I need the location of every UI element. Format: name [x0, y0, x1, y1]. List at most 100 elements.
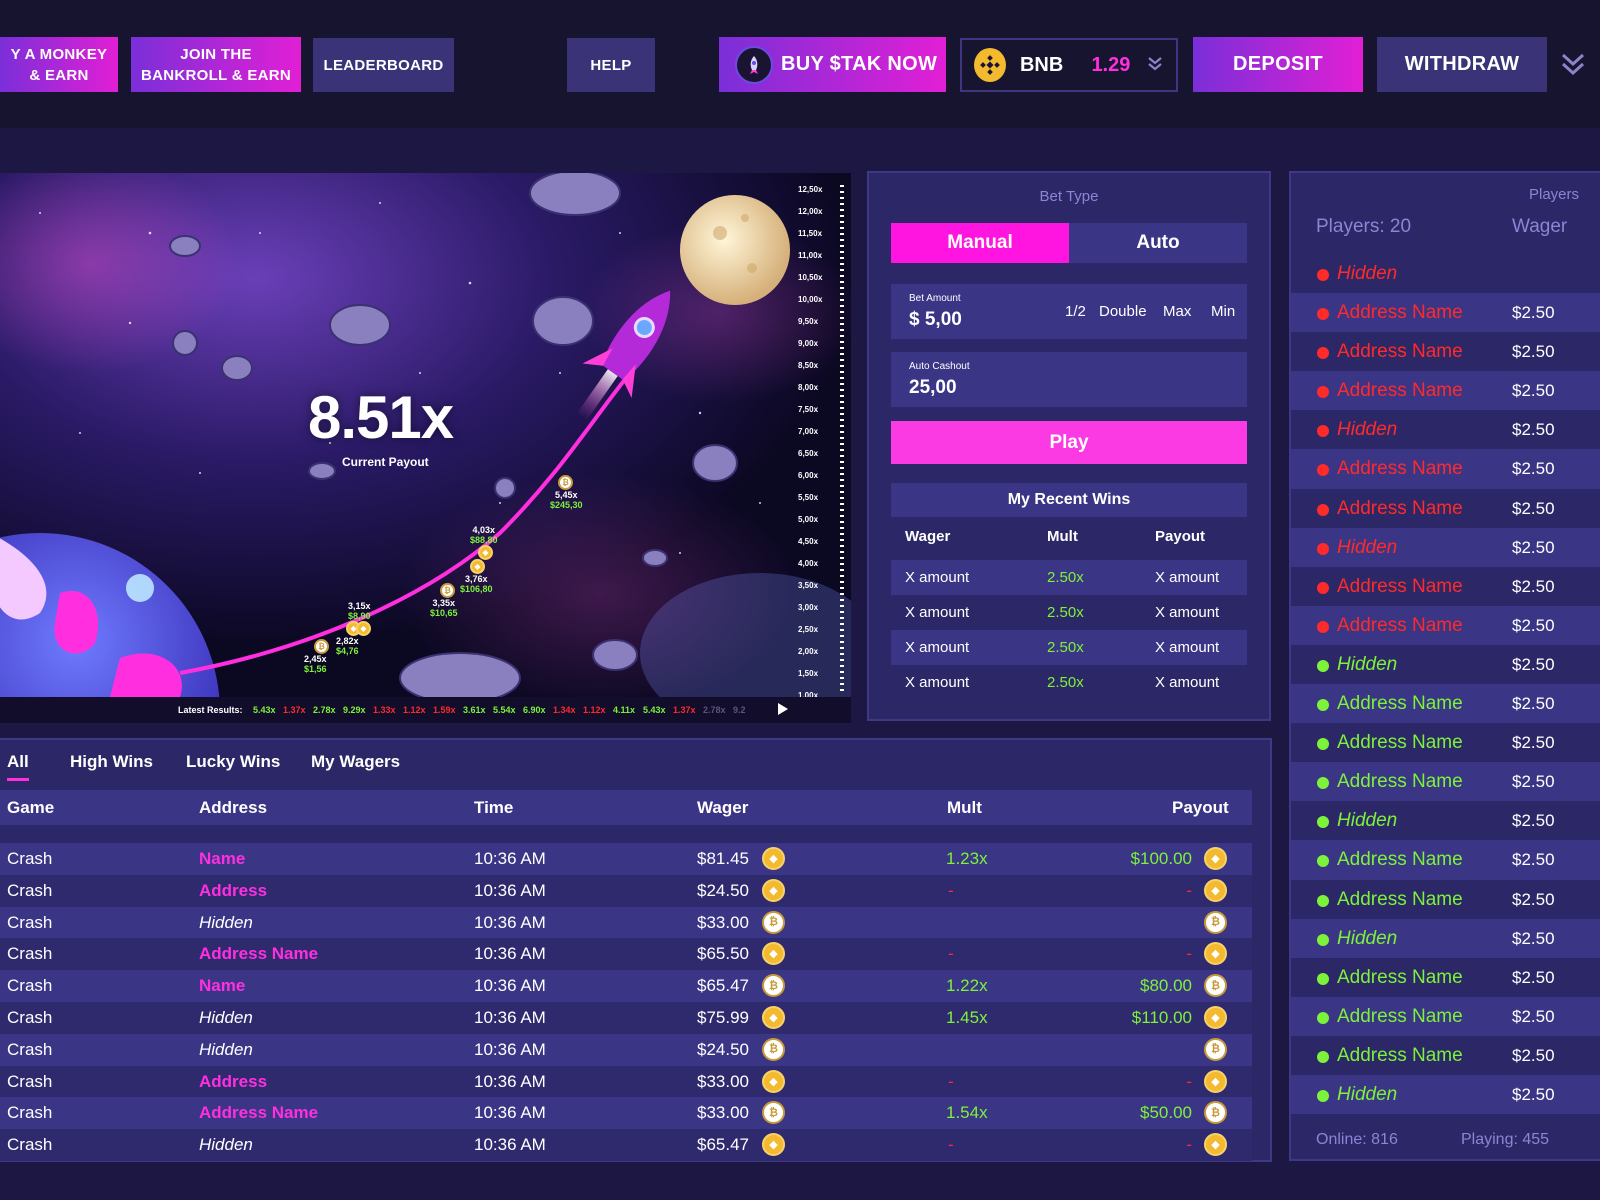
btc-coin-icon: ₿	[440, 583, 455, 598]
manual-tab[interactable]: Manual	[891, 223, 1069, 263]
scale-tick-label: 5,00x	[798, 515, 819, 524]
player-name[interactable]: Address Name	[1337, 341, 1463, 363]
bnb-coin-icon: ◆	[470, 559, 485, 574]
player-name[interactable]: Address Name	[1337, 1006, 1463, 1028]
row-address[interactable]: Hidden	[199, 913, 253, 933]
player-name[interactable]: Address Name	[1337, 889, 1463, 911]
player-name[interactable]: Hidden	[1337, 810, 1397, 832]
scale-tick-label: 7,00x	[798, 427, 819, 436]
player-name[interactable]: Hidden	[1337, 928, 1397, 950]
player-name[interactable]: Address Name	[1337, 302, 1463, 324]
row-address[interactable]: Hidden	[199, 1135, 253, 1155]
btc-coin-icon: ₿	[558, 475, 573, 490]
player-name[interactable]: Address Name	[1337, 1045, 1463, 1067]
player-name[interactable]: Address Name	[1337, 693, 1463, 715]
player-name[interactable]: Address Name	[1337, 498, 1463, 520]
double-button[interactable]: Double	[1099, 303, 1147, 320]
tab-high-wins[interactable]: High Wins	[70, 752, 153, 778]
playing-count: Playing: 455	[1461, 1131, 1550, 1148]
table-row: Crash Hidden 10:36 AM $24.50 ₿ ₿	[0, 1033, 1252, 1066]
row-address[interactable]: Address	[199, 881, 267, 901]
scale-tick-label: 2,00x	[798, 647, 819, 656]
row-game: Crash	[7, 944, 53, 964]
play-button[interactable]: Play	[891, 421, 1247, 464]
table-row: Crash Name 10:36 AM $65.47 ₿ 1.22x $80.00 ₿	[0, 970, 1252, 1002]
recent-wager: X amount	[905, 569, 970, 586]
deposit-button[interactable]: DEPOSIT	[1193, 37, 1363, 92]
scale-tick-label: 4,50x	[798, 537, 819, 546]
player-row: Address Name $2.50	[1291, 723, 1600, 762]
latest-result: 5.43x	[643, 705, 666, 715]
row-address[interactable]: Name	[199, 849, 245, 869]
player-name[interactable]: Address Name	[1337, 967, 1463, 989]
latest-result: 3.61x	[463, 705, 486, 715]
player-wager: $2.50	[1512, 381, 1555, 401]
player-wager: $2.50	[1512, 537, 1555, 557]
play-arrow-icon[interactable]	[777, 702, 789, 718]
player-name[interactable]: Address Name	[1337, 732, 1463, 754]
status-dot-green	[1317, 777, 1329, 790]
row-address[interactable]: Address Name	[199, 1103, 318, 1123]
token-selector[interactable]: BNB 1.29	[960, 38, 1178, 92]
leaderboard-button[interactable]: LEADERBOARD	[313, 38, 454, 92]
player-name[interactable]: Address Name	[1337, 458, 1463, 480]
tab-all[interactable]: All	[7, 752, 29, 781]
player-name[interactable]: Address Name	[1337, 380, 1463, 402]
row-payout: -	[1186, 1135, 1192, 1155]
expand-menu-icon[interactable]	[1560, 50, 1586, 83]
chart-point-amount: $88,80	[470, 535, 498, 545]
join-bankroll-button[interactable]: JOIN THE BANKROLL & EARN	[131, 37, 301, 92]
player-name[interactable]: Hidden	[1337, 419, 1397, 441]
bnb-coin-icon: ◆	[762, 942, 785, 966]
min-button[interactable]: Min	[1211, 303, 1235, 320]
scale-tick-label: 5,50x	[798, 493, 819, 502]
row-address[interactable]: Hidden	[199, 1040, 253, 1060]
withdraw-button[interactable]: WITHDRAW	[1377, 37, 1547, 92]
latest-result: 4.11x	[613, 705, 636, 715]
player-wager: $2.50	[1512, 576, 1555, 596]
help-button[interactable]: HELP	[567, 38, 655, 92]
row-address[interactable]: Address Name	[199, 944, 318, 964]
scale-tick-label: 10,00x	[798, 295, 823, 304]
row-time: 10:36 AM	[474, 1135, 546, 1155]
table-row: Crash Address 10:36 AM $33.00 ◆ - - ◆	[0, 1065, 1252, 1098]
auto-tab[interactable]: Auto	[1069, 223, 1247, 263]
row-address[interactable]: Name	[199, 976, 245, 996]
recent-wager: X amount	[905, 674, 970, 691]
row-address[interactable]: Address	[199, 1072, 267, 1092]
auto-cashout-field[interactable]: Auto Cashout 25,00	[891, 352, 1247, 407]
row-time: 10:36 AM	[474, 976, 546, 996]
player-wager: $2.50	[1512, 342, 1555, 362]
latest-result: 1.33x	[373, 705, 396, 715]
tab-lucky-wins[interactable]: Lucky Wins	[186, 752, 280, 778]
chevron-down-icon[interactable]	[1146, 54, 1164, 77]
tab-my-wagers[interactable]: My Wagers	[311, 752, 400, 778]
max-button[interactable]: Max	[1163, 303, 1191, 320]
scale-tick-label: 8,00x	[798, 383, 819, 392]
bet-amount-field[interactable]: Bet Amount $ 5,00 1/2 Double Max Min	[891, 284, 1247, 339]
status-dot-green	[1317, 1011, 1329, 1024]
row-mult: -	[948, 944, 954, 964]
play-monkey-earn-button[interactable]: Y A MONKEY & EARN	[0, 37, 118, 92]
status-dot-red	[1317, 620, 1329, 633]
latest-result: 2.78x	[313, 705, 336, 715]
player-name[interactable]: Address Name	[1337, 576, 1463, 598]
row-time: 10:36 AM	[474, 1007, 546, 1027]
buy-stak-button[interactable]: BUY $TAK NOW	[719, 37, 946, 92]
player-name[interactable]: Hidden	[1337, 1084, 1397, 1106]
player-name[interactable]: Address Name	[1337, 849, 1463, 871]
player-name[interactable]: Hidden	[1337, 537, 1397, 559]
row-payout: -	[1186, 880, 1192, 900]
players-wager-header: Wager	[1512, 216, 1568, 237]
half-button[interactable]: 1/2	[1065, 303, 1086, 320]
table-row: Crash Address Name 10:36 AM $65.50 ◆ - - ◆	[0, 938, 1252, 971]
player-name[interactable]: Address Name	[1337, 615, 1463, 637]
mult-header: Mult	[947, 798, 982, 817]
chart-point-mult: 5,45x	[555, 490, 578, 500]
player-name[interactable]: Hidden	[1337, 263, 1397, 285]
player-name[interactable]: Hidden	[1337, 654, 1397, 676]
table-row: Crash Address Name 10:36 AM $33.00 ₿ 1.54x $50…	[0, 1097, 1252, 1130]
bnb-icon	[974, 48, 1006, 82]
row-address[interactable]: Hidden	[199, 1008, 253, 1028]
player-name[interactable]: Address Name	[1337, 771, 1463, 793]
